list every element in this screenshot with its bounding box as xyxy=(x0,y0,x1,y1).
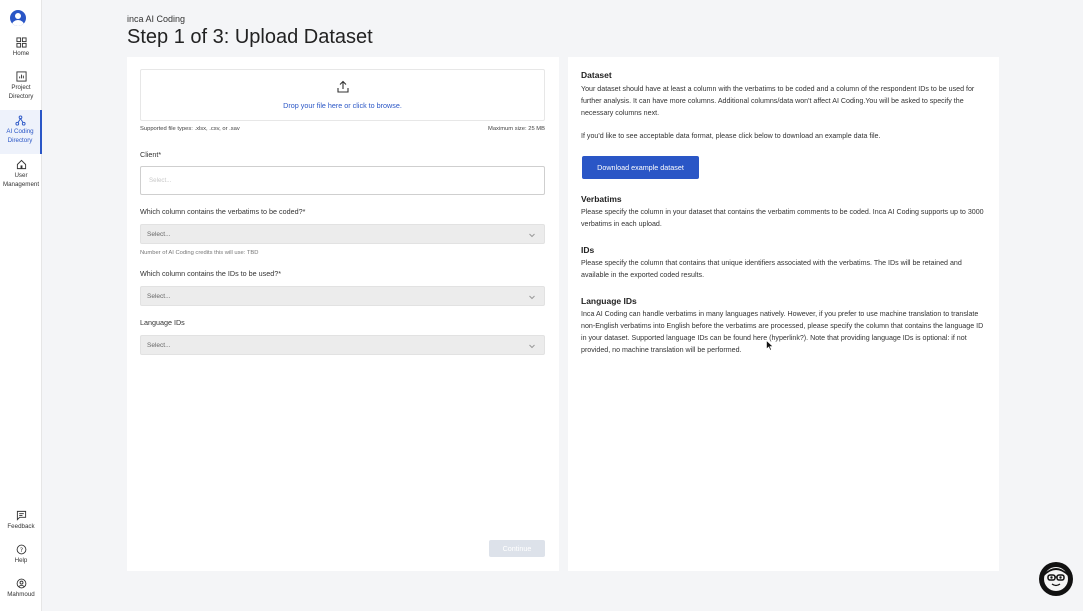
language-ids-description: Inca AI Coding can handle verbatims in m… xyxy=(581,310,984,354)
supported-file-types: Supported file types: .xlsx, .csv, or .s… xyxy=(140,126,240,132)
language-ids-heading: Language IDs xyxy=(581,296,637,306)
sidebar-item-label: Home xyxy=(12,50,30,57)
language-ids-select[interactable]: Select... xyxy=(140,335,545,355)
sidebar-item-label: Mahmoud xyxy=(7,591,35,598)
sidebar-item-home[interactable]: Home xyxy=(0,37,42,59)
account-avatar-icon[interactable] xyxy=(10,10,26,26)
feedback-icon xyxy=(16,510,26,521)
dataset-download-hint: If you'd like to see acceptable data for… xyxy=(581,132,881,140)
sidebar-item-label: AI Coding Directory xyxy=(6,128,34,144)
house-icon xyxy=(16,159,26,170)
user-icon xyxy=(16,578,26,589)
language-ids-label: Language IDs xyxy=(140,318,185,327)
verbatims-label-text: Which column contains the verbatims to b… xyxy=(140,207,303,216)
verbatims-column-select[interactable]: Select... xyxy=(140,224,545,244)
network-icon xyxy=(14,115,26,126)
chart-icon xyxy=(15,71,27,82)
app-name: inca AI Coding xyxy=(127,14,186,24)
language-ids-placeholder: Select... xyxy=(147,342,171,349)
ids-label-text: Which column contains the IDs to be used… xyxy=(140,269,279,278)
upload-icon xyxy=(337,80,349,93)
sidebar-item-feedback[interactable]: Feedback xyxy=(0,510,42,532)
dropzone-text[interactable]: Drop your file here or click to browse. xyxy=(141,101,544,110)
sidebar-item-label: Project Directory xyxy=(8,84,34,100)
upload-form-panel: Drop your file here or click to browse. … xyxy=(127,57,559,571)
chevron-down-icon xyxy=(529,344,535,349)
ids-description: Please specify the column that contains … xyxy=(581,259,962,279)
download-example-button[interactable]: Download example dataset xyxy=(582,156,699,179)
dataset-heading: Dataset xyxy=(581,70,612,80)
sidebar-item-user-management[interactable]: User Management xyxy=(0,159,42,189)
verbatims-placeholder: Select... xyxy=(147,231,171,238)
sidebar-item-project-directory[interactable]: Project Directory xyxy=(0,71,42,101)
ids-heading: IDs xyxy=(581,245,595,255)
info-panel: Dataset Your dataset should have at leas… xyxy=(568,57,999,571)
verbatims-description: Please specify the column in your datase… xyxy=(581,208,984,228)
client-label: Client* xyxy=(140,150,161,159)
svg-text:?: ? xyxy=(19,546,22,554)
sidebar-item-label: Help xyxy=(14,557,28,564)
bot-face-icon xyxy=(1044,567,1068,591)
grid-icon xyxy=(15,37,27,48)
page-title: Step 1 of 3: Upload Dataset xyxy=(127,26,373,48)
file-dropzone[interactable]: Drop your file here or click to browse. xyxy=(140,69,545,121)
required-mark: * xyxy=(158,150,162,159)
required-mark: * xyxy=(278,269,282,278)
chevron-down-icon xyxy=(529,233,535,238)
chevron-down-icon xyxy=(529,295,535,300)
credits-note: Number of AI Coding credits this will us… xyxy=(140,250,259,256)
sidebar: Home Project Directory AI Coding Directo… xyxy=(0,0,42,611)
ids-column-label: Which column contains the IDs to be used… xyxy=(140,269,281,278)
sidebar-item-help[interactable]: ? Help xyxy=(0,544,42,566)
ids-placeholder: Select... xyxy=(147,293,171,300)
client-select[interactable]: Select... xyxy=(140,166,545,195)
help-icon: ? xyxy=(16,544,26,555)
sidebar-item-label: Feedback xyxy=(7,523,35,530)
ids-column-select[interactable]: Select... xyxy=(140,286,545,306)
required-mark: * xyxy=(302,207,306,216)
dataset-description: Your dataset should have at least a colu… xyxy=(581,85,975,117)
chat-assistant-button[interactable] xyxy=(1039,562,1073,596)
sidebar-item-ai-coding-directory[interactable]: AI Coding Directory xyxy=(0,110,42,154)
sidebar-item-profile[interactable]: Mahmoud xyxy=(0,578,42,600)
maximum-size: Maximum size: 25 MB xyxy=(487,126,545,132)
verbatims-heading: Verbatims xyxy=(581,194,622,204)
mouse-cursor-icon xyxy=(766,340,774,351)
sidebar-item-label: User Management xyxy=(2,172,40,188)
client-placeholder: Select... xyxy=(149,177,172,184)
verbatims-column-label: Which column contains the verbatims to b… xyxy=(140,207,305,216)
continue-button[interactable]: Continue xyxy=(489,540,545,557)
client-label-text: Client xyxy=(140,150,159,159)
